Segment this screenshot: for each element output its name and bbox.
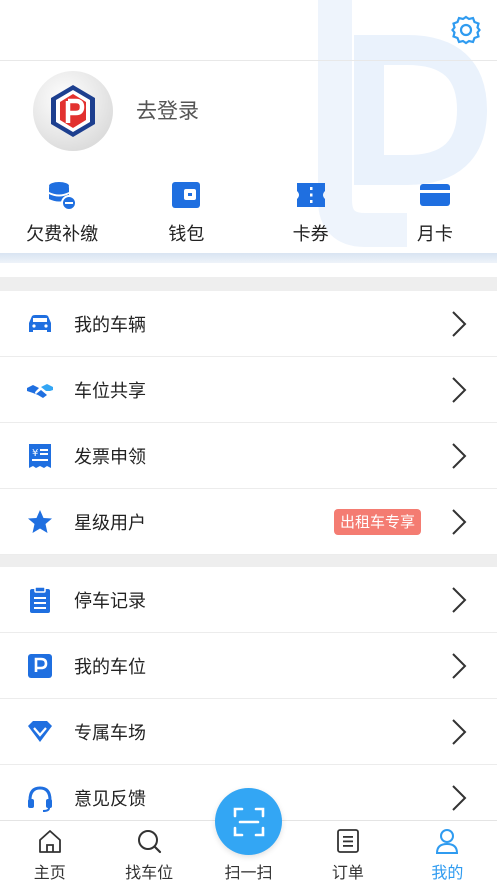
chevron-right-icon: [452, 784, 467, 811]
menu-item-label: 发票申领: [74, 446, 146, 468]
chevron-right-icon: [452, 442, 467, 469]
quick-action-coupons[interactable]: 卡券: [249, 178, 373, 248]
user-icon: [436, 829, 459, 854]
ticket-icon: [296, 183, 325, 207]
home-icon: [38, 830, 61, 853]
headset-icon: [28, 785, 52, 812]
menu-item-spot-sharing[interactable]: 车位共享: [0, 357, 497, 423]
tab-label: 我的: [431, 863, 464, 882]
quick-actions: 欠费补缴 钱包 卡券 月卡: [0, 178, 497, 248]
quick-action-label: 月卡: [416, 224, 453, 245]
menu-item-invoice[interactable]: ¥ 发票申领: [0, 423, 497, 489]
menu-item-label: 我的车位: [74, 656, 146, 678]
menu-item-star-user[interactable]: 星级用户 出租车专享: [0, 489, 497, 555]
menu-item-exclusive-lots[interactable]: 专属车场: [0, 699, 497, 765]
menu-item-label: 星级用户: [74, 512, 146, 534]
invoice-icon: ¥: [29, 443, 51, 468]
chevron-right-icon: [452, 508, 467, 535]
order-icon: [337, 829, 359, 853]
section-gap: [0, 277, 497, 291]
profile-section: 去登录: [0, 61, 497, 171]
menu-item-label: 专属车场: [74, 722, 146, 744]
settings-button[interactable]: [449, 13, 483, 47]
menu-item-label: 车位共享: [74, 380, 146, 402]
parking-icon: [28, 653, 52, 678]
star-icon: [28, 509, 52, 533]
scan-button[interactable]: [215, 788, 282, 855]
quick-action-wallet[interactable]: 钱包: [124, 178, 248, 248]
svg-text:¥: ¥: [32, 448, 38, 459]
chevron-right-icon: [452, 718, 467, 745]
quick-action-arrears[interactable]: 欠费补缴: [0, 178, 124, 248]
menu-item-my-spots[interactable]: 我的车位: [0, 633, 497, 699]
menu-item-label: 我的车辆: [74, 314, 146, 336]
spacer: [0, 263, 497, 277]
quick-action-monthly-card[interactable]: 月卡: [373, 178, 497, 248]
search-icon: [138, 830, 162, 854]
tab-label: 扫一扫: [224, 863, 273, 882]
tab-label: 主页: [33, 863, 66, 882]
tab-home[interactable]: 主页: [0, 821, 99, 883]
wallet-icon: [172, 182, 201, 208]
car-icon: [29, 314, 51, 332]
section-divider: [0, 253, 497, 263]
handshake-icon: [27, 383, 53, 398]
chevron-right-icon: [452, 652, 467, 679]
taxi-exclusive-badge: 出租车专享: [333, 508, 421, 535]
clipboard-icon: [30, 585, 50, 613]
tab-orders[interactable]: 订单: [298, 821, 397, 883]
menu-item-my-vehicles[interactable]: 我的车辆: [0, 291, 497, 357]
coins-minus-icon: [49, 182, 78, 211]
tab-label: 订单: [331, 863, 364, 882]
quick-action-label: 欠费补缴: [26, 224, 99, 245]
diamond-icon: [28, 720, 52, 742]
tab-mine[interactable]: 我的: [398, 821, 497, 883]
avatar[interactable]: [33, 71, 113, 151]
parking-logo: [51, 85, 95, 137]
card-icon: [419, 184, 450, 206]
scan-icon: [233, 807, 264, 836]
tab-find-spot[interactable]: 找车位: [99, 821, 198, 883]
menu-item-label: 意见反馈: [74, 788, 146, 810]
chevron-right-icon: [452, 310, 467, 337]
chevron-right-icon: [452, 586, 467, 613]
menu-item-parking-records[interactable]: 停车记录: [0, 567, 497, 633]
tab-label: 找车位: [125, 863, 174, 882]
chevron-right-icon: [452, 376, 467, 403]
gear-icon: [451, 15, 481, 45]
menu-item-label: 停车记录: [74, 590, 146, 612]
quick-action-label: 钱包: [168, 224, 205, 245]
quick-action-label: 卡券: [292, 224, 329, 245]
login-link[interactable]: 去登录: [136, 95, 199, 125]
